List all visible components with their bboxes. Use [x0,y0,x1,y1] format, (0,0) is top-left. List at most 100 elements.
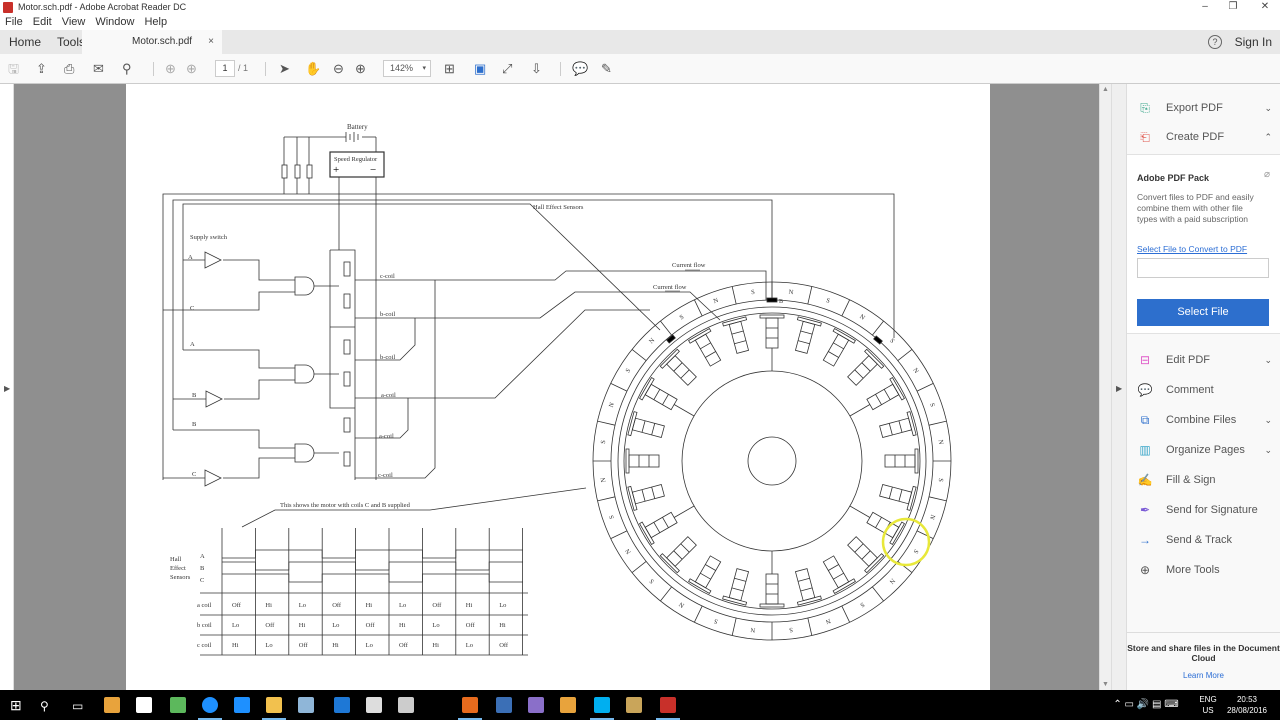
prev-page-icon[interactable]: ⊕ [165,60,176,78]
coil-row-label: c coil [197,642,211,649]
tool-more-tools[interactable]: ⊕ More Tools [1137,560,1272,580]
tab-tools[interactable]: Tools [57,30,85,54]
tool-label: Edit PDF [1166,354,1211,366]
edge-icon[interactable] [334,697,350,713]
tool-combine-files[interactable]: ⧉ Combine Files ⌄ [1137,410,1272,430]
next-page-icon[interactable]: ⊕ [186,60,197,78]
tool-create-pdf[interactable]: ⎗ Create PDF ⌃ [1137,127,1272,147]
hand-icon[interactable]: ✋ [305,60,321,78]
comment-icon[interactable]: 💬 [572,60,588,78]
coil-turn [734,577,747,582]
magnet-pole: S [937,478,944,483]
menu-file[interactable]: File [5,15,23,30]
office-icon[interactable] [560,697,576,713]
system-tray-icons[interactable]: ⌃ ▭ 🔊 ▤ ⌨ [1106,690,1186,720]
menu-view[interactable]: View [62,15,86,30]
outlook-icon[interactable] [234,697,250,713]
paperclip-icon[interactable]: ⌀ [1264,169,1270,180]
notes-icon[interactable] [298,697,314,713]
google-earth-icon[interactable] [496,697,512,713]
tab-document[interactable]: Motor.sch.pdf × [82,30,222,54]
file-explorer-icon[interactable] [266,697,282,713]
close-tab-icon[interactable]: × [208,30,214,54]
tool-comment[interactable]: 💬 Comment [1137,380,1272,400]
language-indicator[interactable]: ENG US [1197,690,1219,720]
green-app-icon[interactable] [170,697,186,713]
file-input[interactable] [1137,258,1269,278]
start-icon[interactable]: ⊞ [10,697,26,713]
zoom-in-icon[interactable]: ⊕ [355,60,366,78]
sign-in-link[interactable]: Sign In [1235,30,1272,54]
pen-icon[interactable]: ✎ [601,60,612,78]
skype-icon[interactable] [594,697,610,713]
magnet-divider [872,320,884,336]
upload-icon[interactable]: ⇪ [36,60,47,78]
select-file-link[interactable]: Select File to Convert to PDF [1137,244,1247,254]
menu-edit[interactable]: Edit [33,15,52,30]
magnet-pole: S [648,577,656,585]
left-panel-toggle[interactable]: ▶ [0,84,14,690]
email-icon[interactable]: ✉ [93,60,104,78]
restore-button[interactable]: ❐ [1218,0,1248,15]
select-file-button[interactable]: Select File [1137,299,1269,326]
magnet-pole: N [750,626,756,634]
tor-icon[interactable] [528,697,544,713]
tool-send-for-signature[interactable]: ✒ Send for Signature [1137,500,1272,520]
page-number-input[interactable]: 1 [215,60,235,77]
learn-more-link[interactable]: Learn More [1127,671,1280,680]
transistor-stack [343,261,351,467]
close-window-button[interactable]: ✕ [1250,0,1280,15]
clock-date: 28/08/2016 [1226,706,1268,715]
wire [223,457,295,479]
select-cursor-icon[interactable]: ➤ [279,60,290,78]
scroll-up-icon[interactable]: ▲ [1102,86,1109,93]
acrobat-icon[interactable] [660,697,676,713]
coil-turn [861,550,871,560]
zoom-out-icon[interactable]: ⊖ [333,60,344,78]
menu-window[interactable]: Window [95,15,134,30]
stator-tooth [759,314,785,371]
magnet-divider [928,420,947,426]
tooth-tip [906,411,917,437]
fit-page-icon[interactable]: ⊞ [444,60,455,78]
inverter-gate [204,469,222,487]
input-label: C [192,471,196,478]
calculator-icon[interactable] [366,697,382,713]
tab-home[interactable]: Home [9,30,41,54]
clock[interactable]: 20:53 28/08/2016 [1222,690,1272,720]
document-viewer[interactable]: Battery Speed Regulator + − Hall Effect … [14,84,1104,690]
scroll-down-icon[interactable]: ▼ [1102,681,1109,688]
media-icon[interactable] [104,697,120,713]
magnet-divider [631,349,647,361]
search-icon[interactable]: ⚲ [122,60,132,78]
menu-help[interactable]: Help [144,15,167,30]
tool-send-track[interactable]: → Send & Track [1137,530,1272,550]
qr-app-icon[interactable] [398,697,414,713]
print-icon[interactable]: ⎙ [64,60,74,78]
cortana-icon[interactable] [202,697,218,713]
fullscreen-icon[interactable]: ⤢ [502,60,512,78]
tool-edit-pdf[interactable]: ⊟ Edit PDF ⌄ [1137,350,1272,370]
tool-organize-pages[interactable]: ▥ Organize Pages ⌄ [1137,440,1272,460]
coil-turn [888,486,893,499]
task-view-icon[interactable]: ▭ [72,697,88,713]
tool-fill-sign[interactable]: ✍ Fill & Sign [1137,470,1272,490]
save-icon[interactable]: 🖫 [8,60,19,78]
scroll-mode-icon[interactable]: ▣ [474,60,486,78]
coil-label: b-coil [380,354,395,361]
zoom-select[interactable]: 142% ▾ [383,60,431,77]
read-mode-icon[interactable]: ⇩ [531,60,542,78]
right-panel-toggle[interactable]: ▶ [1111,84,1127,690]
pack-title: Adobe PDF Pack [1137,173,1210,183]
minimize-button[interactable]: – [1190,0,1220,15]
help-icon[interactable]: ? [1208,35,1222,49]
magnet-divider [597,420,616,426]
vertical-scrollbar[interactable]: ▲ ▼ [1099,84,1111,690]
search-icon[interactable]: ⚲ [40,697,56,713]
firefox-icon[interactable] [462,697,478,713]
store-icon[interactable] [136,697,152,713]
tool-export-pdf[interactable]: ⎘ Export PDF ⌄ [1137,98,1272,118]
toolbar: 🖫 ⇪ ⎙ ✉ ⚲ ⊕ ⊕ 1 / 1 ➤ ✋ ⊖ ⊕ 142% ▾ ⊞ ▣ ⤢… [0,54,1280,84]
paint-icon[interactable] [626,697,642,713]
wire [330,249,356,480]
